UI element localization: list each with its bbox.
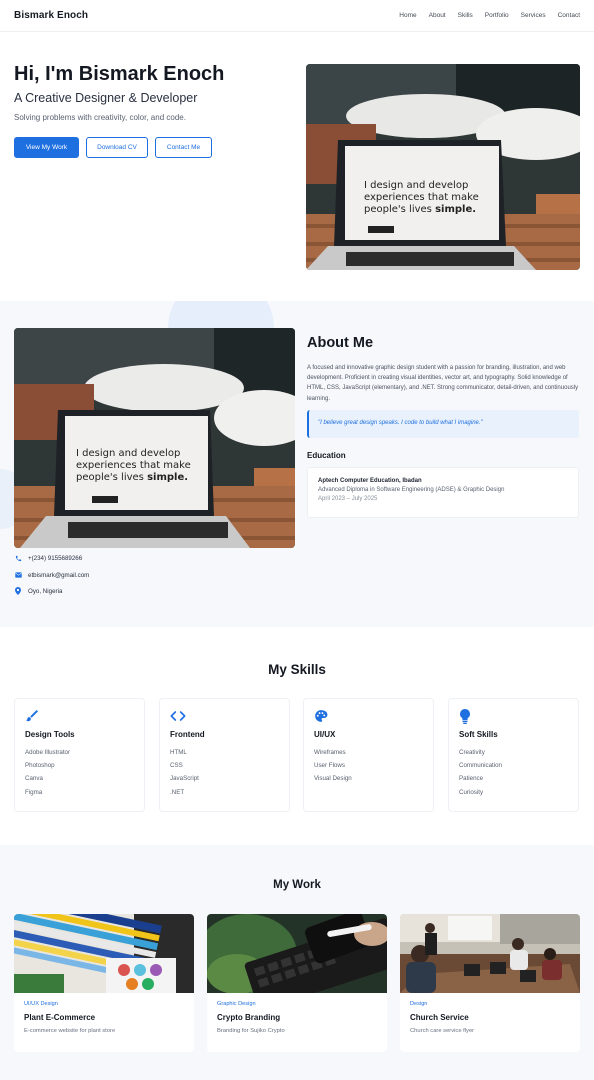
hero-tagline: Solving problems with creativity, color,… [14, 113, 186, 122]
project-thumbnail-swatches [14, 914, 194, 993]
svg-text:people's lives simple.: people's lives simple. [76, 472, 188, 483]
nav-link-skills[interactable]: Skills [458, 12, 473, 19]
project-category: UI/UX Design [24, 1001, 58, 1007]
skill-item: CSS [170, 762, 183, 770]
project-category: Graphic Design [217, 1001, 256, 1007]
skill-card-title: UI/UX [314, 730, 336, 739]
work-title: My Work [273, 879, 321, 891]
project-description: E-commerce website for plant store [24, 1028, 116, 1034]
hero-title: Hi, I'm Bismark Enoch [14, 63, 225, 85]
skill-list: Adobe Illustrator Photoshop Canva Figma [25, 746, 134, 799]
hero-section: Hi, I'm Bismark Enoch A Creative Designe… [0, 33, 594, 301]
project-description: Branding for Sujiko Crypto [217, 1028, 285, 1034]
skill-item: Figma [25, 788, 43, 796]
contact-location: Oyo, Nigeria [14, 587, 62, 595]
skill-item: Patience [459, 775, 484, 783]
education-school: Aptech Computer Education, Ibadan [318, 478, 422, 484]
portfolio-section: My Work UI/UX Design Plant E-Commerce E-… [0, 845, 594, 1080]
about-section: I design and develop experiences that ma… [0, 301, 594, 627]
code-icon [170, 709, 186, 723]
skill-item: Wireframes [314, 749, 346, 756]
skill-item: Canva [25, 775, 43, 783]
skill-item: Adobe Illustrator [25, 749, 71, 756]
skill-card-title: Frontend [170, 730, 205, 739]
skill-card-soft-skills: Soft Skills Creativity Communication Pat… [448, 698, 579, 812]
skill-item: Visual Design [314, 775, 352, 783]
brush-icon [25, 709, 39, 723]
skill-list: Creativity Communication Patience Curios… [459, 746, 568, 799]
nav-link-portfolio[interactable]: Portfolio [485, 12, 509, 19]
education-program: Advanced Diploma in Software Engineering… [318, 487, 505, 493]
email-icon [14, 571, 22, 579]
project-title: Plant E-Commerce [24, 1013, 96, 1022]
project-category: Design [410, 1001, 428, 1007]
about-laptop-photo: I design and develop experiences that ma… [14, 328, 295, 548]
contact-phone-text: +(234) 9155689266 [28, 554, 83, 562]
skills-title: My Skills [268, 662, 326, 677]
contact-phone[interactable]: +(234) 9155689266 [14, 554, 82, 562]
skill-item: Creativity [459, 749, 485, 756]
project-card-plant-ecommerce[interactable]: UI/UX Design Plant E-Commerce E-commerce… [14, 914, 194, 1052]
contact-location-text: Oyo, Nigeria [28, 587, 63, 595]
nav-link-services[interactable]: Services [521, 12, 546, 19]
view-my-work-button[interactable]: View My Work [14, 137, 79, 158]
skill-list: HTML CSS JavaScript .NET [170, 746, 279, 799]
education-heading: Education [307, 451, 346, 460]
skill-card-title: Soft Skills [459, 730, 498, 739]
palette-icon [314, 709, 328, 723]
project-thumbnail-meeting [400, 914, 580, 993]
about-quote: "I believe great design speaks. I code t… [307, 410, 579, 438]
project-title: Church Service [410, 1013, 469, 1022]
project-thumbnail-keyboard [207, 914, 387, 993]
education-dates: April 2023 – July 2025 [318, 496, 378, 502]
education-card: Aptech Computer Education, Ibadan Advanc… [307, 467, 579, 518]
hero-subtitle: A Creative Designer & Developer [14, 91, 198, 105]
skill-item: User Flows [314, 762, 345, 770]
svg-text:I design and develop: I design and develop [76, 448, 180, 459]
skill-item: HTML [170, 749, 187, 756]
skills-section: My Skills Design Tools Adobe Illustrator… [0, 627, 594, 845]
skill-item: JavaScript [170, 775, 199, 783]
project-description: Church care service flyer [410, 1028, 475, 1034]
project-card-crypto-branding[interactable]: Graphic Design Crypto Branding Branding … [207, 914, 387, 1052]
top-navbar: Bismark Enoch Home About Skills Portfoli… [0, 0, 594, 32]
contact-email[interactable]: etbismark@gmail.com [14, 571, 89, 579]
skill-item: .NET [170, 788, 185, 796]
location-pin-icon [14, 587, 22, 595]
nav-links: Home About Skills Portfolio Services Con… [387, 12, 580, 19]
skill-item: Communication [459, 762, 502, 770]
project-title: Crypto Branding [217, 1013, 281, 1022]
nav-link-about[interactable]: About [429, 12, 446, 19]
brand-logo-text[interactable]: Bismark Enoch [14, 10, 88, 21]
nav-link-contact[interactable]: Contact [558, 12, 580, 19]
skill-card-frontend: Frontend HTML CSS JavaScript .NET [159, 698, 290, 812]
project-card-church-service[interactable]: Design Church Service Church care servic… [400, 914, 580, 1052]
skill-card-uiux: UI/UX Wireframes User Flows Visual Desig… [303, 698, 434, 812]
contact-email-text: etbismark@gmail.com [28, 571, 90, 579]
skill-item: Curiosity [459, 788, 484, 796]
laptop-screen-line1: I design and develop [364, 180, 468, 191]
skill-list: Wireframes User Flows Visual Design [314, 746, 423, 786]
skill-card-design-tools: Design Tools Adobe Illustrator Photoshop… [14, 698, 145, 812]
phone-icon [14, 554, 22, 562]
svg-text:experiences that make: experiences that make [364, 192, 479, 203]
contact-me-button[interactable]: Contact Me [155, 137, 212, 158]
download-cv-button[interactable]: Download CV [86, 137, 148, 158]
skill-item: Photoshop [25, 762, 55, 770]
lightbulb-icon [459, 709, 473, 724]
svg-text:people's lives simple.: people's lives simple. [364, 204, 476, 215]
about-body-text: A focused and innovative graphic design … [307, 365, 579, 402]
nav-link-home[interactable]: Home [399, 12, 416, 19]
about-title: About Me [307, 335, 374, 351]
svg-text:experiences that make: experiences that make [76, 460, 191, 471]
skill-card-title: Design Tools [25, 730, 75, 739]
hero-laptop-photo: I design and develop experiences that ma… [306, 64, 580, 270]
